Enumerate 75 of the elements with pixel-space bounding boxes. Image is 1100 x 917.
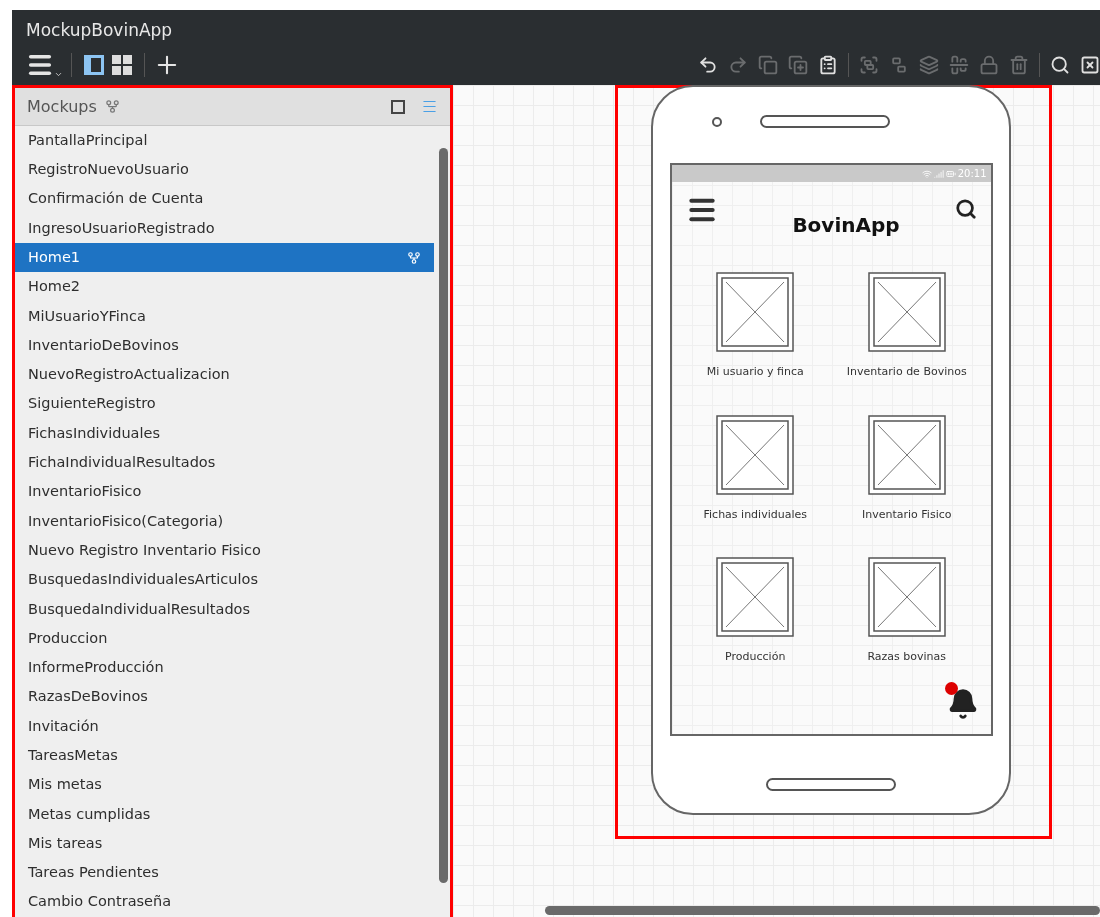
search-icon <box>954 198 977 220</box>
mockup-list-item[interactable]: FichasIndividuales <box>15 418 434 449</box>
trash-icon <box>1009 54 1029 75</box>
mockup-list-item[interactable]: RazasDeBovinos <box>15 682 434 712</box>
mockup-list-item[interactable]: Confirmación de Cuenta <box>15 184 434 214</box>
mockup-list-item[interactable]: BusquedaIndividualResultados <box>15 594 434 625</box>
redo-icon <box>728 54 748 75</box>
mockup-list-item[interactable]: InventarioFisico <box>15 477 434 507</box>
app-title: BovinApp <box>791 212 901 239</box>
image-placeholder-icon <box>867 557 946 637</box>
mockup-list-item[interactable]: TareasMetas <box>15 741 434 771</box>
tile-label: Razas bovinas <box>867 649 947 665</box>
battery-icon <box>945 168 956 179</box>
mockup-list-item[interactable]: Home1 <box>15 243 434 273</box>
window-title: MockupBovinApp <box>26 19 174 42</box>
image-placeholder-icon <box>716 414 795 495</box>
mockup-list-item[interactable]: RegistroNuevoUsuario <box>15 155 434 185</box>
toolbar-button[interactable] <box>818 54 838 75</box>
tile-label: Mi usuario y finca <box>706 364 804 380</box>
image-placeholder-icon <box>867 272 946 352</box>
vertical-scrollbar[interactable] <box>439 148 448 883</box>
mockup-list-item[interactable]: MiUsuarioYFinca <box>15 301 434 332</box>
mockup-list-item[interactable]: InventarioFisico(Categoria) <box>15 506 434 537</box>
mockup-list-item[interactable]: Cambio Contraseña <box>15 887 434 917</box>
mockup-list-item[interactable]: PantallaPrincipal <box>15 126 434 156</box>
mockup-list-item[interactable]: SiguienteRegistro <box>15 389 434 419</box>
list-view-button[interactable] <box>421 98 438 115</box>
branch-icon <box>407 250 421 265</box>
grid-icon <box>111 53 133 76</box>
search-icon <box>1050 54 1070 75</box>
ungroup-icon <box>889 54 909 75</box>
wifi-icon <box>921 168 932 179</box>
mockup-list-item[interactable]: InventarioDeBovinos <box>15 331 434 361</box>
mockup-list-item[interactable]: InformeProducción <box>15 653 434 683</box>
square-view-button[interactable] <box>391 99 405 114</box>
mockup-list-item[interactable]: Invitación <box>15 711 434 742</box>
undo-icon <box>698 54 718 75</box>
panel-title: Mockups <box>27 95 97 118</box>
branch-icon <box>104 99 120 114</box>
camera-icon <box>712 116 722 127</box>
mockup-list-item[interactable]: IngresoUsuarioRegistrado <box>15 213 434 244</box>
panel-icon <box>83 53 105 76</box>
toolbar-button[interactable] <box>698 54 718 75</box>
speaker-icon <box>760 115 890 128</box>
duplicate-icon <box>788 54 808 75</box>
home-button[interactable] <box>766 778 896 791</box>
signal-icon <box>933 168 944 179</box>
copy-icon <box>758 54 778 75</box>
image-placeholder-icon <box>716 272 795 352</box>
tile-label: Inventario Fisico <box>862 506 952 523</box>
tile-label: Producción <box>725 649 786 665</box>
mockup-list-item[interactable]: Mis metas <box>15 770 434 800</box>
clipboard-icon <box>818 54 838 75</box>
tile-label: Fichas individuales <box>703 506 807 523</box>
align-icon <box>949 54 969 75</box>
group-icon <box>859 54 879 75</box>
layers-icon <box>919 54 939 75</box>
toolbar-button[interactable] <box>1050 54 1070 75</box>
image-placeholder-icon <box>867 414 946 495</box>
tile-label: Inventario de Bovinos <box>846 364 967 380</box>
toolbar-button[interactable] <box>1080 54 1100 75</box>
mockup-list-item[interactable]: Tareas Pendientes <box>15 858 434 888</box>
mockup-list-item[interactable]: FichaIndividualResultados <box>15 448 434 478</box>
list-icon <box>421 98 438 115</box>
horizontal-scrollbar[interactable] <box>545 906 1100 915</box>
mockup-list-item[interactable]: Produccion <box>15 624 434 654</box>
mockup-list-item[interactable]: Home2 <box>15 272 434 302</box>
mockup-list-item[interactable]: Metas cumplidas <box>15 799 434 830</box>
image-placeholder-icon <box>716 557 795 637</box>
mockup-list-item[interactable]: Nuevo Registro Inventario Fisico <box>15 536 434 566</box>
mockup-list-item[interactable]: NuevoRegistroActualizacion <box>15 360 434 390</box>
lock-icon <box>979 54 999 75</box>
mockup-list-item[interactable]: Mis tareas <box>15 829 434 859</box>
mockup-list-item[interactable]: BusquedasIndividualesArticulos <box>15 565 434 595</box>
close-icon <box>1080 54 1100 75</box>
